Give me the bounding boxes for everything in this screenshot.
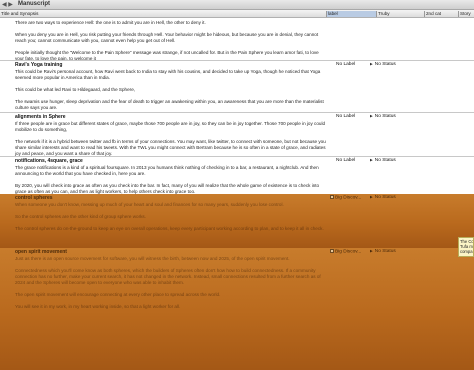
disclosure-triangle-icon: ▶ — [370, 195, 373, 199]
row-title[interactable]: alignments in Sphere — [15, 114, 66, 120]
document-title: Manuscript — [18, 1, 51, 7]
row-status[interactable]: ▶ No Status — [370, 195, 396, 200]
row-label[interactable]: No Label — [336, 114, 355, 119]
row-synopsis: This could be Ravi's personal account, h… — [15, 69, 321, 81]
note-line: Tufa m — [460, 243, 473, 249]
row-synopsis: You will see it in my work, in my heart … — [15, 304, 181, 310]
row-label-text: No Label — [336, 62, 356, 67]
row-synopsis: Connectedness which you'll come know as … — [15, 268, 321, 286]
row-synopsis: This could be what led Ravi to Hildegaar… — [15, 87, 136, 93]
row-title[interactable]: notifications, 4square, grace — [15, 158, 83, 164]
disclosure-triangle-icon: ▶ — [370, 158, 373, 162]
disclosure-triangle-icon: ▶ — [370, 249, 373, 253]
label-color-swatch — [330, 195, 334, 199]
row-label-text: Big Discov... — [335, 249, 362, 255]
back-forward-icon[interactable]: ◀ ▶ — [2, 1, 13, 8]
row-status[interactable]: ▶ No Status — [370, 62, 396, 67]
row-label-text: No Label — [336, 114, 356, 119]
outline-view: There are two ways to experience Hell: t… — [0, 18, 474, 370]
note-line: compa — [460, 248, 473, 254]
row-label[interactable]: No Label — [336, 158, 355, 163]
row-synopsis: If three people are in grace but differe… — [15, 121, 326, 133]
outline-row[interactable]: alignments in Sphere No Label ▶ No Status… — [0, 113, 474, 157]
row-label[interactable]: Big Discov... — [330, 249, 361, 254]
row-title[interactable]: open spirit movement — [15, 249, 67, 255]
row-synopsis: Just as there is an open source movement… — [15, 256, 290, 261]
label-color-swatch — [330, 249, 334, 253]
row-status-text: No Status — [374, 158, 396, 163]
row-synopsis: When someone you don't know, messing up … — [15, 202, 284, 207]
intro-text-block[interactable]: There are two ways to experience Hell: t… — [0, 18, 474, 61]
outline-row[interactable]: Ravi's Yoga training No Label ▶ No Status… — [0, 61, 474, 111]
row-synopsis: The swamis use hunger, sleep deprivation… — [15, 99, 324, 111]
disclosure-triangle-icon: ▶ — [370, 114, 373, 118]
note-line: The Co — [460, 238, 474, 244]
outline-header: Title and Synopsis label Truby 2nd cat S… — [0, 10, 474, 18]
row-status[interactable]: ▶ No Status — [370, 249, 396, 254]
row-synopsis: The network if it is a hybrid between tw… — [15, 139, 326, 157]
column-header-extra[interactable]: Story — [458, 11, 474, 17]
row-status-text: No Status — [374, 249, 396, 254]
row-synopsis: The open spirit movement will encourage … — [15, 292, 221, 298]
column-header-title[interactable]: Title and Synopsis — [0, 11, 326, 17]
row-label[interactable]: Big Discov... — [330, 195, 361, 200]
disclosure-triangle-icon: ▶ — [370, 62, 373, 66]
row-title[interactable]: Ravi's Yoga training — [15, 62, 62, 68]
row-status[interactable]: ▶ No Status — [370, 158, 396, 163]
intro-paragraph: When you deny you are in Hell, you risk … — [15, 32, 319, 44]
column-header-label[interactable]: label — [326, 11, 376, 17]
outline-row-labelled[interactable]: open spirit movement Big Discov... ▶ No S… — [0, 248, 474, 370]
row-label[interactable]: No Label — [336, 62, 355, 67]
column-header-status[interactable]: Truby — [376, 11, 424, 17]
row-status-text: No Status — [374, 62, 396, 67]
column-header-section[interactable]: 2nd cat — [424, 11, 458, 17]
row-label-text: No Label — [336, 158, 356, 163]
row-status[interactable]: ▶ No Status — [370, 114, 396, 119]
row-label-text: Big Discov... — [335, 195, 362, 201]
row-synopsis: The control spheres do on-the-ground to … — [15, 226, 324, 232]
row-status-text: No Status — [374, 195, 396, 200]
window-title-bar: ◀ ▶ Manuscript — [0, 0, 474, 10]
intro-paragraph: There are two ways to experience Hell: t… — [15, 20, 206, 25]
row-title[interactable]: control spheres — [15, 195, 53, 201]
row-synopsis: So the control spheres are the other kin… — [15, 214, 146, 220]
outline-row-labelled[interactable]: control spheres Big Discov... ▶ No Status… — [0, 194, 474, 248]
inline-note-popup[interactable]: The Co Tufa m compa — [458, 237, 474, 257]
row-synopsis: The grace notifications is a kind of a s… — [15, 165, 319, 177]
outline-row[interactable]: notifications, 4square, grace No Label ▶… — [0, 157, 474, 194]
row-status-text: No Status — [374, 114, 396, 119]
